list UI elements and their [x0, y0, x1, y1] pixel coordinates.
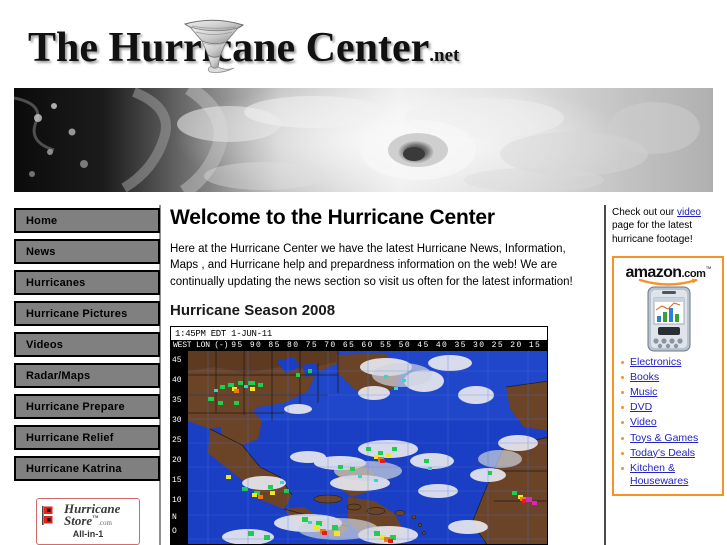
hurricane-store-ad[interactable]: Hurricane Store™.com All-in-1 [36, 498, 140, 545]
amazon-link-item[interactable]: DVD [620, 401, 719, 414]
nav-label: Radar/Maps [26, 369, 91, 382]
video-page-link[interactable]: video [677, 207, 701, 218]
amazon-link[interactable]: Video [630, 416, 657, 428]
page-title: Welcome to the Hurricane Center [170, 206, 495, 229]
right-sidebar: Check out our video page for the latest … [612, 206, 724, 497]
right-column-divider [604, 205, 606, 545]
nav-label: Hurricane Pictures [26, 307, 128, 320]
nav-label: News [26, 245, 56, 258]
nav-label: Hurricane Prepare [26, 400, 125, 413]
amazon-link-item[interactable]: Kitchen & Housewares [620, 462, 719, 488]
nav-label: Hurricanes [26, 276, 86, 289]
amazon-link-item[interactable]: Books [620, 371, 719, 384]
tornado-icon [183, 19, 245, 73]
amazon-link-item[interactable]: Electronics [620, 356, 719, 369]
amazon-link[interactable]: Books [630, 371, 659, 383]
amazon-link[interactable]: Kitchen & Housewares [630, 462, 688, 487]
site-header: The Hurricane Center.net [0, 0, 727, 85]
map-lat-tick: 45 [172, 356, 182, 365]
satellite-radar-map[interactable]: 1:45PM EDT 1-JUN-11 WEST LON (-) 95 90 8… [170, 326, 548, 545]
pda-device-graphic [647, 286, 690, 352]
pda-device-icon [646, 286, 692, 352]
amazon-link[interactable]: Music [630, 386, 657, 398]
nav-item-hurricane-pictures[interactable]: Hurricane Pictures [14, 301, 160, 326]
map-image-canvas [188, 351, 547, 544]
map-lon-ticks: 95 90 85 80 75 70 65 60 55 50 45 40 35 3… [231, 341, 548, 350]
nav-item-hurricane-prepare[interactable]: Hurricane Prepare [14, 394, 160, 419]
map-lat-stack: O [172, 527, 177, 536]
map-lat-tick: 20 [172, 456, 182, 465]
nav-item-hurricanes[interactable]: Hurricanes [14, 270, 160, 295]
nav-label: Hurricane Relief [26, 431, 114, 444]
main-navigation: Home News Hurricanes Hurricane Pictures … [14, 208, 160, 487]
store-com: .com [98, 519, 112, 528]
section-subheading: Hurricane Season 2008 [170, 301, 336, 319]
map-graphic-icon [188, 351, 547, 544]
main-content: Welcome to the Hurricane Center Here at … [170, 206, 595, 327]
nav-item-news[interactable]: News [14, 239, 160, 264]
map-longitude-axis: WEST LON (-) 95 90 85 80 75 70 65 60 55 … [171, 340, 548, 351]
map-latitude-axis: 45 40 35 30 25 20 15 10 N O [171, 351, 188, 544]
hurricane-satellite-banner-icon [14, 88, 713, 192]
nav-label: Videos [26, 338, 64, 351]
amazon-link[interactable]: DVD [630, 401, 652, 413]
video-promo-text: Check out our video page for the latest … [612, 206, 724, 246]
nav-item-radar-maps[interactable]: Radar/Maps [14, 363, 160, 388]
amazon-link-item[interactable]: Today's Deals [620, 447, 719, 460]
map-lat-tick: 35 [172, 396, 182, 405]
site-logo-suffix: .net [429, 45, 460, 66]
map-lat-tick: 25 [172, 436, 182, 445]
store-ad-tagline: All-in-1 [72, 528, 104, 539]
amazon-tm: ™ [705, 266, 712, 273]
nav-item-hurricane-relief[interactable]: Hurricane Relief [14, 425, 160, 450]
map-lat-tick: 40 [172, 376, 182, 385]
store-line2: Store [64, 513, 93, 529]
promo-after: page for the latest hurricane footage! [612, 220, 693, 245]
intro-paragraph: Here at the Hurricane Center we have the… [170, 243, 573, 288]
map-lat-tick: 10 [172, 496, 182, 505]
nav-item-hurricane-katrina[interactable]: Hurricane Katrina [14, 456, 160, 481]
amazon-link-item[interactable]: Video [620, 416, 719, 429]
amazon-link-item[interactable]: Music [620, 386, 719, 399]
store-ad-wordmark: Hurricane Store™.com [64, 502, 120, 529]
map-lon-title: WEST LON (-) [173, 341, 229, 350]
amazon-logo: amazon.com™ [618, 262, 719, 286]
nav-item-home[interactable]: Home [14, 208, 160, 233]
nav-label: Home [26, 214, 58, 227]
map-lat-stack: N [172, 513, 177, 522]
hurricane-banner-image [14, 88, 713, 192]
store-ad-row: Hurricane Store™.com [37, 499, 139, 528]
amazon-link[interactable]: Today's Deals [630, 447, 695, 459]
page-root: The Hurricane Center.net Home News Hurri… [0, 0, 727, 545]
nav-label: Hurricane Katrina [26, 462, 122, 475]
hurricane-warning-flags-icon [42, 505, 53, 525]
nav-item-videos[interactable]: Videos [14, 332, 160, 357]
promo-before: Check out our [612, 207, 678, 218]
amazon-category-links: Electronics Books Music DVD Video Toys &… [618, 356, 719, 488]
amazon-link[interactable]: Electronics [630, 356, 681, 368]
map-lat-tick: 15 [172, 476, 182, 485]
amazon-link[interactable]: Toys & Games [630, 432, 698, 444]
map-timestamp: 1:45PM EDT 1-JUN-11 [171, 327, 547, 340]
amazon-link-item[interactable]: Toys & Games [620, 432, 719, 445]
map-lat-tick: 30 [172, 416, 182, 425]
amazon-ad-box[interactable]: amazon.com™ Electronics Books Music DVD … [612, 255, 724, 497]
